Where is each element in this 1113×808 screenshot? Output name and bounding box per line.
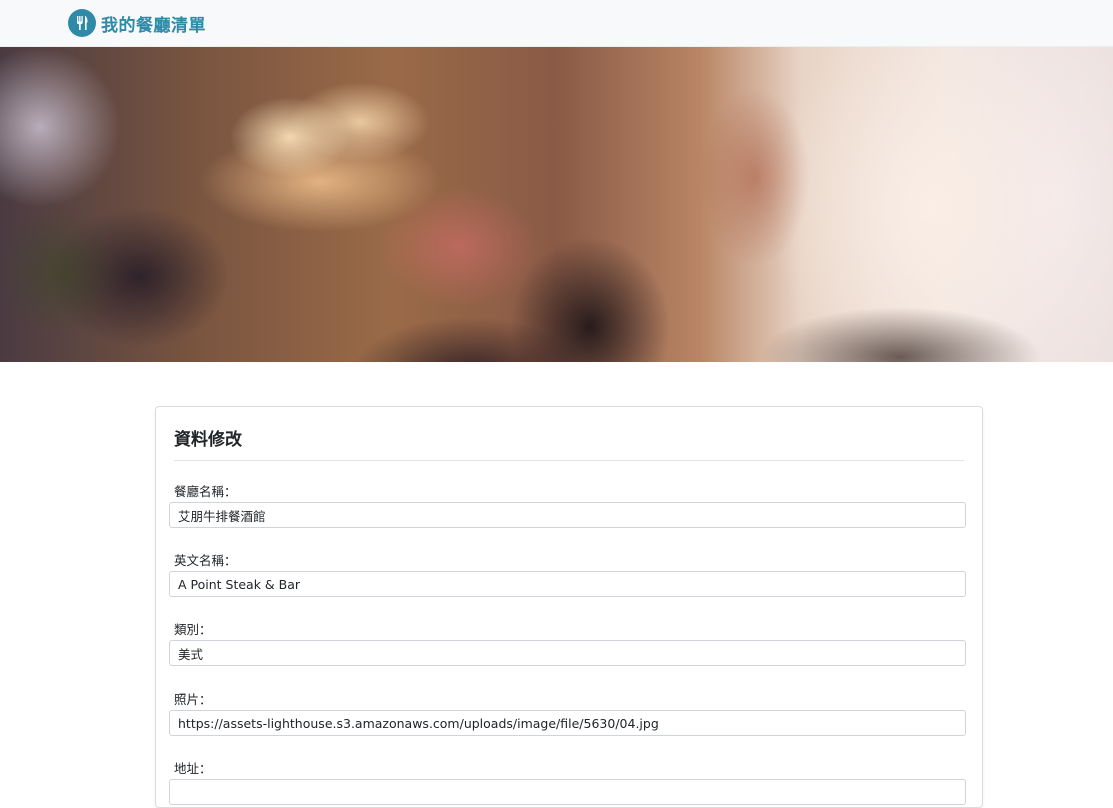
- edit-form-card: 資料修改 餐廳名稱： 英文名稱： 類別： 照片： 地址：: [155, 406, 983, 808]
- category-input[interactable]: [169, 640, 966, 666]
- image-url-input[interactable]: [169, 710, 966, 736]
- address-label: 地址：: [174, 761, 212, 776]
- image-url-label: 照片：: [174, 692, 212, 707]
- address-input[interactable]: [169, 779, 966, 805]
- top-navbar: 我的餐廳清單: [0, 0, 1113, 47]
- english-name-input[interactable]: [169, 571, 966, 597]
- hero-banner-image: [0, 47, 1113, 362]
- restaurant-name-label: 餐廳名稱：: [174, 484, 237, 499]
- category-label: 類別：: [174, 622, 212, 637]
- hero-blur-spot: [0, 207, 120, 337]
- title-divider: [174, 460, 964, 461]
- hero-blur-spot: [380, 187, 540, 307]
- restaurant-name-input[interactable]: [169, 502, 966, 528]
- brand-link[interactable]: 我的餐廳清單: [68, 8, 206, 38]
- utensils-icon: [68, 9, 96, 37]
- brand-title: 我的餐廳清單: [101, 15, 206, 36]
- form-title: 資料修改: [174, 430, 242, 450]
- hero-blur-spot: [700, 87, 810, 267]
- english-name-label: 英文名稱：: [174, 553, 237, 568]
